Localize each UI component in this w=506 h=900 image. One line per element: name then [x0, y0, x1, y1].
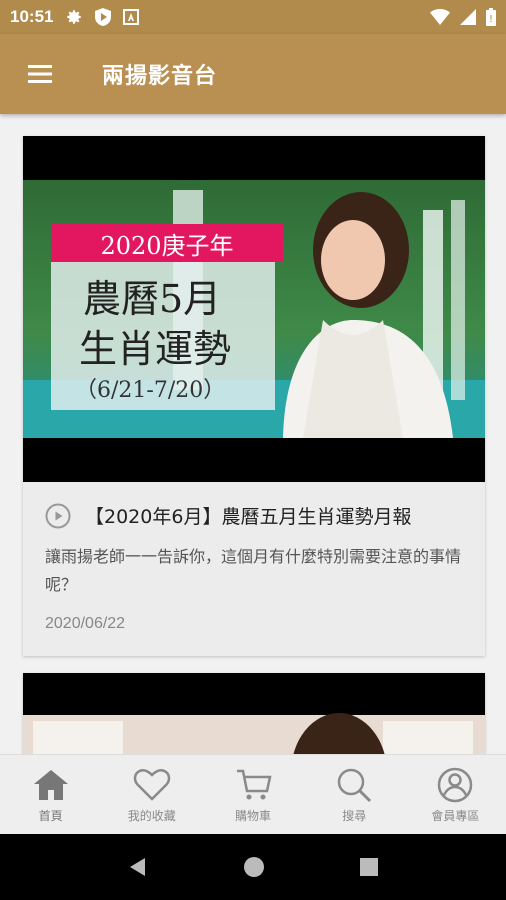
- video-thumbnail[interactable]: 2020庚子年 農曆5月 生肖運勢 （6/21-7/20）: [23, 136, 485, 482]
- hamburger-menu-icon: [28, 65, 52, 83]
- home-icon: [33, 770, 68, 800]
- app-bar: 兩揚影音台: [0, 34, 506, 114]
- video-card[interactable]: [23, 673, 485, 754]
- video-thumbnail[interactable]: [23, 673, 485, 754]
- nav-search[interactable]: 搜尋: [304, 755, 405, 834]
- settings-gear-icon: [67, 10, 82, 24]
- home-circle-icon[interactable]: [243, 856, 265, 878]
- nav-label: 會員專區: [431, 809, 480, 823]
- heart-icon: [133, 769, 171, 801]
- back-triangle-icon[interactable]: [127, 856, 149, 878]
- nav-label: 我的收藏: [127, 809, 176, 823]
- shield-play-icon: [95, 8, 112, 26]
- nav-label: 購物車: [235, 809, 272, 823]
- menu-button[interactable]: [0, 34, 80, 114]
- video-title[interactable]: 【2020年6月】農曆五月生肖運勢月報: [85, 502, 411, 529]
- headline-2: 生肖運勢: [79, 327, 232, 371]
- video-description: 讓雨揚老師一一告訴你，這個月有什麼特別需要注意的事情呢？: [45, 547, 462, 594]
- nav-label: 首頁: [38, 809, 63, 823]
- battery-icon: !: [486, 8, 496, 26]
- date-range: （6/21-7/20）: [75, 378, 226, 403]
- recents-square-icon[interactable]: [359, 857, 379, 877]
- thumbnail-image: 2020庚子年 農曆5月 生肖運勢 （6/21-7/20）: [23, 180, 485, 438]
- thumbnail-image: [23, 713, 485, 754]
- video-date: 2020/06/22: [45, 615, 126, 632]
- nav-cart[interactable]: 購物車: [202, 755, 303, 834]
- bottom-nav: 首頁 我的收藏 購物車 搜尋 會員專區: [0, 754, 506, 834]
- status-bar: 10:51 !: [0, 0, 506, 34]
- app-a-icon: [123, 9, 140, 25]
- video-card[interactable]: 2020庚子年 農曆5月 生肖運勢 （6/21-7/20） 【2020年6月】農…: [23, 136, 485, 656]
- signal-icon: [460, 9, 476, 25]
- status-time: 10:51: [10, 7, 54, 26]
- wifi-icon: [430, 9, 450, 25]
- search-icon: [337, 768, 372, 803]
- nav-account[interactable]: 會員專區: [405, 755, 506, 834]
- banner-red-strip: 2020庚子年: [51, 224, 283, 262]
- svg-text:!: !: [489, 14, 493, 25]
- play-circle-icon: [45, 503, 71, 528]
- nav-favorites[interactable]: 我的收藏: [101, 755, 202, 834]
- nav-home[interactable]: 首頁: [0, 755, 101, 834]
- nav-label: 搜尋: [342, 809, 367, 823]
- banner-year-text: 2020庚子年: [100, 231, 234, 260]
- system-nav-bar: [0, 834, 506, 900]
- app-title: 兩揚影音台: [102, 64, 218, 89]
- headline-1: 農曆5月: [83, 277, 222, 321]
- cart-icon: [237, 769, 272, 800]
- account-icon: [438, 767, 473, 803]
- video-feed[interactable]: 2020庚子年 農曆5月 生肖運勢 （6/21-7/20） 【2020年6月】農…: [0, 114, 506, 754]
